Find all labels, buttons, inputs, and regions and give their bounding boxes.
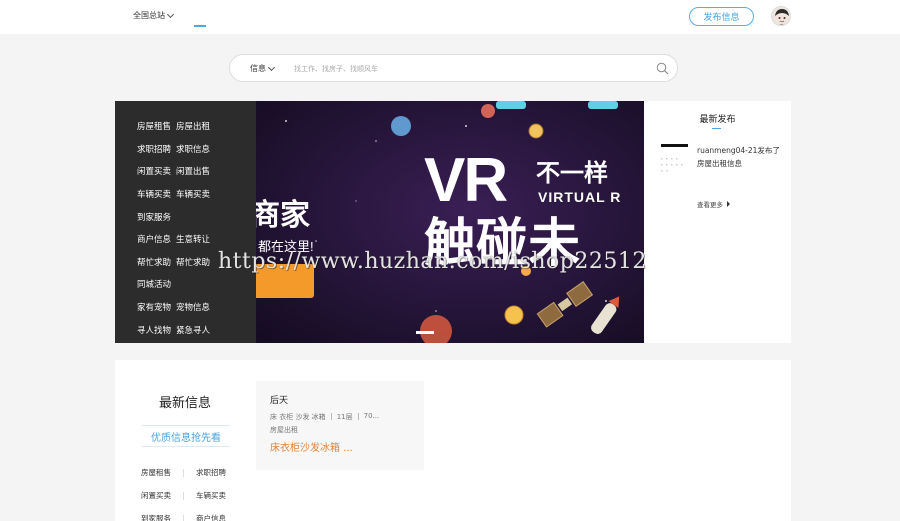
- card-category: 房屋出租: [270, 426, 298, 434]
- title-underline: [712, 128, 721, 129]
- category-link[interactable]: 到家服务: [137, 211, 171, 223]
- divider: [183, 491, 184, 500]
- hero-area: 房屋租售 房屋出租 求职招聘 求职信息 闲置买卖 闲置出售 车辆买卖 车辆买卖 到家服务 商户信息…: [115, 101, 791, 343]
- category-link[interactable]: 房屋租售: [137, 120, 171, 132]
- category-link[interactable]: 房屋出租: [176, 120, 210, 132]
- info-card[interactable]: 后天 床 衣柜 沙发 冰箱 11层 70... 房屋出租 床衣柜沙发冰箱 ...: [256, 381, 424, 470]
- card-meta-item: 70...: [363, 412, 380, 420]
- category-row: 寻人找物 紧急寻人: [115, 318, 256, 341]
- carousel-indicator[interactable]: [416, 331, 434, 334]
- info-category-link[interactable]: 房屋租售: [141, 467, 183, 478]
- item-thumbnail: [661, 144, 688, 147]
- info-category-row: 到家服务 商户信息: [141, 507, 241, 521]
- info-category-link[interactable]: 车辆买卖: [196, 490, 226, 501]
- latest-info-title: 最新信息: [158, 396, 211, 411]
- divider: [183, 468, 184, 477]
- banner-carousel[interactable]: VR 不一样 VIRTUAL R 触碰未 商家 都在这里!: [256, 101, 644, 343]
- latest-publish-item[interactable]: ruanmeng04-21发布了房屋出租信息: [697, 144, 781, 170]
- city-selector[interactable]: 全国总站: [133, 10, 175, 21]
- category-row: 求职招聘 求职信息: [115, 138, 256, 161]
- banner-headline-tail: 不一样: [536, 159, 608, 187]
- caret-right-icon: [727, 201, 730, 207]
- category-row: 到家服务: [115, 205, 256, 228]
- category-link[interactable]: 闲置买卖: [137, 165, 171, 177]
- card-meta-item: 11层: [336, 413, 353, 421]
- banner-left-text: 商家: [256, 199, 310, 232]
- banner-subline: VIRTUAL R: [538, 189, 621, 205]
- info-category-link[interactable]: 求职招聘: [196, 467, 226, 478]
- category-link[interactable]: 同城活动: [137, 278, 171, 290]
- category-link[interactable]: 求职招聘: [137, 143, 171, 155]
- divider: [330, 413, 332, 420]
- placeholder-image-icon: [661, 158, 683, 172]
- category-row: 房屋租售 房屋出租: [115, 115, 256, 138]
- latest-publish-panel: 最新发布 ruanmeng04-21发布了房屋出租信息 查看更多: [644, 101, 791, 343]
- divider: [183, 514, 184, 521]
- info-category-link[interactable]: 商户信息: [196, 513, 226, 521]
- city-label: 全国总站: [133, 11, 165, 20]
- banner-image: VR 不一样 VIRTUAL R 触碰未 商家 都在这里!: [256, 101, 644, 343]
- view-more-link[interactable]: 查看更多: [697, 199, 730, 209]
- search-input[interactable]: [294, 61, 634, 76]
- category-link[interactable]: 寻人找物: [137, 324, 171, 336]
- category-link[interactable]: 帮忙求助: [137, 256, 171, 268]
- category-link[interactable]: 家有宠物: [137, 301, 171, 313]
- info-category-row: 房屋租售 求职招聘: [141, 461, 241, 484]
- view-more-label: 查看更多: [697, 201, 723, 209]
- category-row: 车辆买卖 车辆买卖: [115, 183, 256, 206]
- card-meta: 床 衣柜 沙发 冰箱 11层 70...: [270, 412, 410, 422]
- banner-headline: VR: [424, 146, 507, 215]
- category-link[interactable]: 车辆买卖: [176, 188, 210, 200]
- category-row: 家有宠物 宠物信息: [115, 296, 256, 319]
- chevron-down-icon: [166, 10, 175, 18]
- chevron-down-icon: [267, 63, 276, 71]
- card-highlight: 床衣柜沙发冰箱 ...: [270, 443, 353, 454]
- publish-button[interactable]: 发布信息: [689, 7, 754, 26]
- search-category-select[interactable]: 信息: [250, 63, 276, 74]
- avatar[interactable]: [771, 6, 791, 26]
- card-title: 后天: [270, 396, 289, 406]
- latest-publish-title: 最新发布: [699, 115, 736, 125]
- nav-active-indicator: [194, 25, 206, 27]
- category-link[interactable]: 紧急寻人: [176, 324, 210, 336]
- category-row: 商户信息 生意转让: [115, 228, 256, 251]
- category-link[interactable]: 闲置出售: [176, 165, 210, 177]
- top-bar: 全国总站 发布信息: [0, 0, 900, 34]
- category-link[interactable]: 商户信息: [137, 233, 171, 245]
- category-menu: 房屋租售 房屋出租 求职招聘 求职信息 闲置买卖 闲置出售 车辆买卖 车辆买卖 到家服务 商户信息…: [115, 101, 256, 343]
- user-avatar-icon: [772, 7, 790, 25]
- info-category-link[interactable]: 闲置买卖: [141, 490, 183, 501]
- info-category-row: 闲置买卖 车辆买卖: [141, 484, 241, 507]
- divider: [357, 413, 359, 420]
- latest-info-section: 最新信息 优质信息抢先看 房屋租售 求职招聘闲置买卖 车辆买卖到家服务 商户信息 后天…: [115, 360, 791, 521]
- category-link[interactable]: 求职信息: [176, 143, 210, 155]
- category-link[interactable]: 宠物信息: [176, 301, 210, 313]
- category-row: 闲置买卖 闲置出售: [115, 160, 256, 183]
- latest-info-categories: 房屋租售 求职招聘闲置买卖 车辆买卖到家服务 商户信息: [141, 461, 241, 521]
- info-category-link[interactable]: 到家服务: [141, 513, 183, 521]
- category-row: 同城活动: [115, 273, 256, 296]
- category-link[interactable]: 帮忙求助: [176, 256, 210, 268]
- search-bar: 信息: [229, 54, 678, 82]
- card-meta-item: 床 衣柜 沙发 冰箱: [270, 413, 326, 421]
- premium-info-button[interactable]: 优质信息抢先看: [142, 425, 230, 447]
- search-icon[interactable]: [656, 62, 669, 75]
- category-link[interactable]: 生意转让: [176, 233, 210, 245]
- category-link[interactable]: 车辆买卖: [137, 188, 171, 200]
- watermark-text: https://www.huzhan.com/ishop22512: [218, 249, 647, 274]
- search-category-label: 信息: [250, 64, 266, 73]
